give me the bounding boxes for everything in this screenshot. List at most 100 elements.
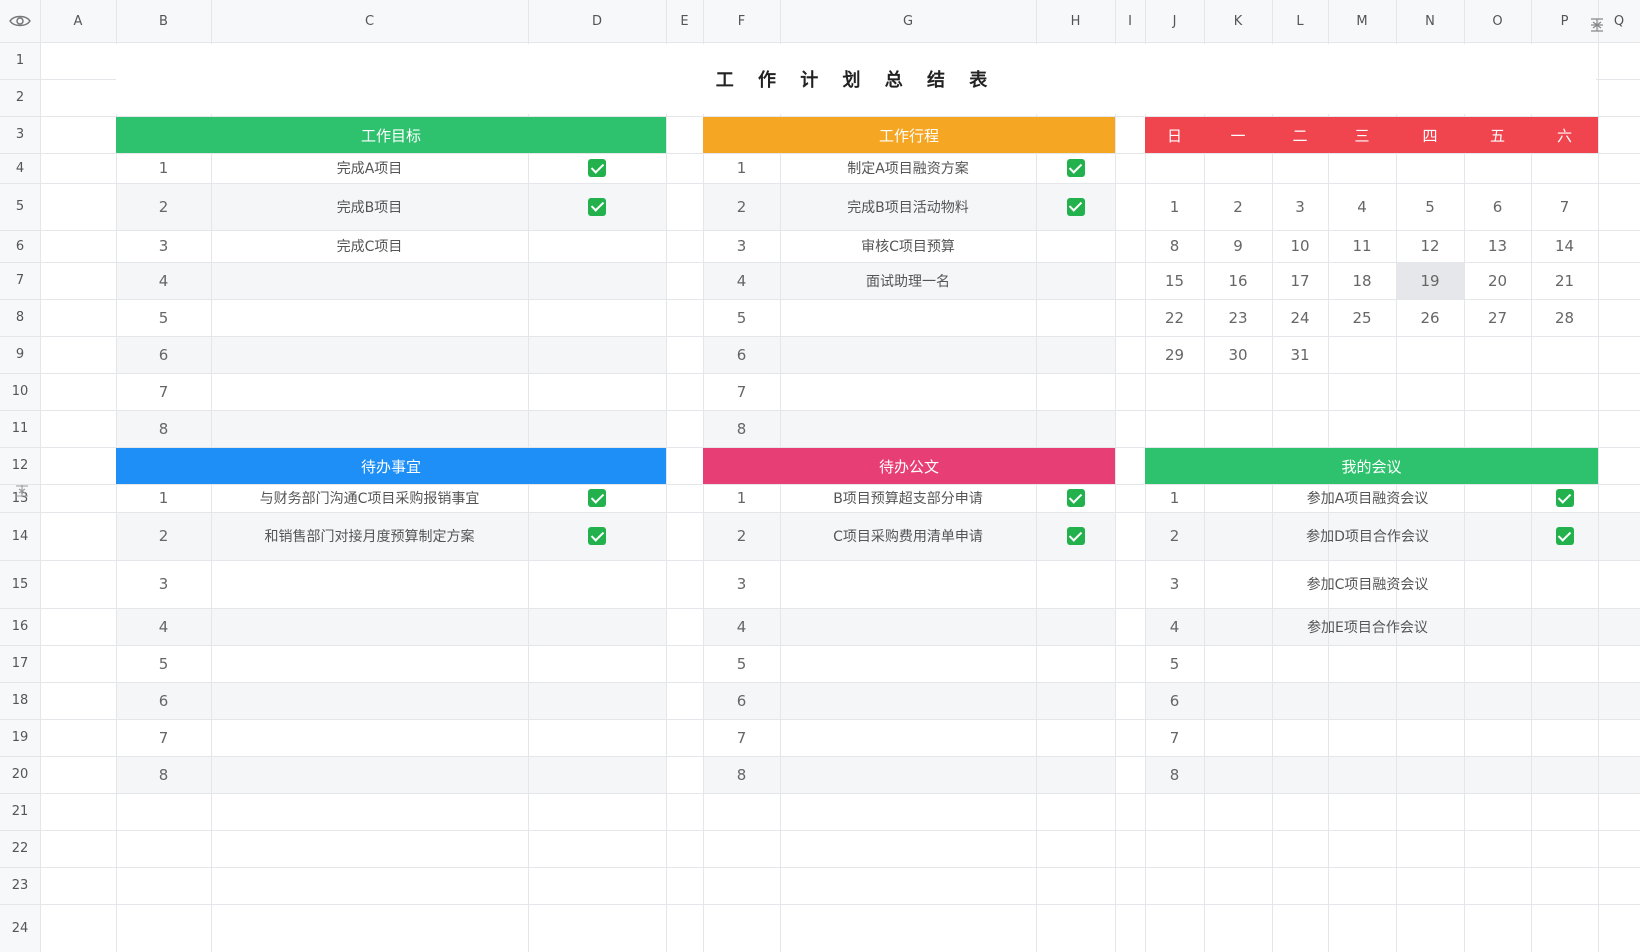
calendar-day[interactable]: 14 <box>1531 230 1598 262</box>
meetings-item-text[interactable] <box>1204 682 1531 719</box>
spreadsheet[interactable]: A B C D E F G H I J K L M N O P Q 1 2 3 4 5 6 7 8 9 10 11 12 13 14 15 16… <box>0 0 1640 952</box>
calendar-day[interactable]: 3 <box>1272 183 1328 230</box>
calendar-day[interactable]: 24 <box>1272 299 1328 336</box>
todo-item-text[interactable] <box>211 560 528 608</box>
row-header-18[interactable]: 18 <box>0 682 40 719</box>
column-header-i[interactable]: I <box>1115 0 1145 42</box>
documents-item-number[interactable]: 1 <box>703 484 780 512</box>
row-header-11[interactable]: 11 <box>0 410 40 447</box>
todo-item-number[interactable]: 6 <box>116 682 211 719</box>
calendar-day[interactable]: 21 <box>1531 262 1598 299</box>
row-header-16[interactable]: 16 <box>0 608 40 645</box>
calendar-day[interactable] <box>1145 153 1204 183</box>
column-header-h[interactable]: H <box>1036 0 1115 42</box>
meetings-item-text[interactable] <box>1204 756 1531 793</box>
todo-item-number[interactable]: 5 <box>116 645 211 682</box>
calendar-day[interactable] <box>1531 153 1598 183</box>
work_schedule-item-number[interactable]: 7 <box>703 373 780 410</box>
calendar-day[interactable] <box>1328 410 1396 447</box>
row-header-6[interactable]: 6 <box>0 230 40 262</box>
column-header-a[interactable]: A <box>40 0 116 42</box>
check-icon[interactable] <box>588 489 606 507</box>
todo-item-text[interactable] <box>211 756 528 793</box>
work_goals-item-text[interactable] <box>211 373 528 410</box>
work_schedule-item-number[interactable]: 3 <box>703 230 780 262</box>
meetings-item-number[interactable]: 6 <box>1145 682 1204 719</box>
documents-item-text[interactable] <box>780 756 1036 793</box>
calendar-day[interactable]: 18 <box>1328 262 1396 299</box>
check-icon[interactable] <box>1066 527 1085 545</box>
calendar-day[interactable] <box>1204 153 1272 183</box>
todo-item-text[interactable] <box>211 608 528 645</box>
calendar-day[interactable] <box>1204 373 1272 410</box>
work_goals-item-number[interactable]: 1 <box>116 153 211 183</box>
documents-item-text[interactable] <box>780 645 1036 682</box>
calendar-day[interactable] <box>1204 410 1272 447</box>
calendar-day[interactable]: 8 <box>1145 230 1204 262</box>
meetings-item-number[interactable]: 1 <box>1145 484 1204 512</box>
check-icon[interactable] <box>588 527 606 545</box>
work_goals-item-text[interactable] <box>211 299 528 336</box>
work_schedule-item-number[interactable]: 4 <box>703 262 780 299</box>
work_goals-item-text[interactable] <box>211 336 528 373</box>
work_schedule-item-text[interactable] <box>780 373 1036 410</box>
documents-item-number[interactable]: 8 <box>703 756 780 793</box>
calendar-day[interactable] <box>1328 153 1396 183</box>
row-header-3[interactable]: 3 <box>0 116 40 153</box>
meetings-item-text[interactable]: 参加A项目融资会议 <box>1204 484 1531 512</box>
todo-item-number[interactable]: 2 <box>116 512 211 560</box>
meetings-item-number[interactable]: 8 <box>1145 756 1204 793</box>
todo-item-text[interactable] <box>211 719 528 756</box>
work_schedule-item-text[interactable]: 审核C项目预算 <box>780 230 1036 262</box>
meetings-item-number[interactable]: 5 <box>1145 645 1204 682</box>
calendar-day[interactable] <box>1464 410 1531 447</box>
sheet-title[interactable]: 工 作 计 划 总 结 表 <box>116 44 1596 114</box>
work_goals-item-number[interactable]: 4 <box>116 262 211 299</box>
check-icon[interactable] <box>1066 489 1085 507</box>
documents-item-text[interactable] <box>780 719 1036 756</box>
work_schedule-item-text[interactable] <box>780 336 1036 373</box>
work_goals-item-number[interactable]: 8 <box>116 410 211 447</box>
todo-item-number[interactable]: 4 <box>116 608 211 645</box>
calendar-day[interactable]: 26 <box>1396 299 1464 336</box>
column-header-l[interactable]: L <box>1272 0 1328 42</box>
column-header-k[interactable]: K <box>1204 0 1272 42</box>
meetings-item-number[interactable]: 4 <box>1145 608 1204 645</box>
calendar-day[interactable]: 23 <box>1204 299 1272 336</box>
documents-item-number[interactable]: 2 <box>703 512 780 560</box>
documents-item-text[interactable] <box>780 560 1036 608</box>
work_goals-item-number[interactable]: 6 <box>116 336 211 373</box>
calendar-day[interactable] <box>1464 153 1531 183</box>
calendar-day[interactable]: 25 <box>1328 299 1396 336</box>
calendar-day[interactable]: 17 <box>1272 262 1328 299</box>
column-header-g[interactable]: G <box>780 0 1036 42</box>
calendar-day[interactable]: 2 <box>1204 183 1272 230</box>
calendar-day[interactable]: 13 <box>1464 230 1531 262</box>
column-header-n[interactable]: N <box>1396 0 1464 42</box>
meetings-item-number[interactable]: 3 <box>1145 560 1204 608</box>
row-header-19[interactable]: 19 <box>0 719 40 756</box>
meetings-item-text[interactable] <box>1204 645 1531 682</box>
work_schedule-item-number[interactable]: 6 <box>703 336 780 373</box>
calendar-day[interactable]: 1 <box>1145 183 1204 230</box>
todo-item-text[interactable]: 与财务部门沟通C项目采购报销事宜 <box>211 484 528 512</box>
work_schedule-item-number[interactable]: 5 <box>703 299 780 336</box>
calendar-day[interactable] <box>1145 410 1204 447</box>
work_schedule-item-text[interactable]: 面试助理一名 <box>780 262 1036 299</box>
work_goals-item-text[interactable] <box>211 262 528 299</box>
row-header-10[interactable]: 10 <box>0 373 40 410</box>
row-resize-icon[interactable] <box>14 483 30 499</box>
calendar-day[interactable]: 31 <box>1272 336 1328 373</box>
calendar-day[interactable]: 9 <box>1204 230 1272 262</box>
column-header-o[interactable]: O <box>1464 0 1531 42</box>
calendar-day[interactable]: 10 <box>1272 230 1328 262</box>
documents-item-text[interactable] <box>780 608 1036 645</box>
column-header-j[interactable]: J <box>1145 0 1204 42</box>
calendar-day[interactable] <box>1272 153 1328 183</box>
todo-item-number[interactable]: 7 <box>116 719 211 756</box>
work_schedule-item-text[interactable] <box>780 410 1036 447</box>
calendar-day[interactable]: 27 <box>1464 299 1531 336</box>
work_goals-item-text[interactable]: 完成B项目 <box>211 183 528 230</box>
row-header-12[interactable]: 12 <box>0 447 40 484</box>
column-header-d[interactable]: D <box>528 0 666 42</box>
